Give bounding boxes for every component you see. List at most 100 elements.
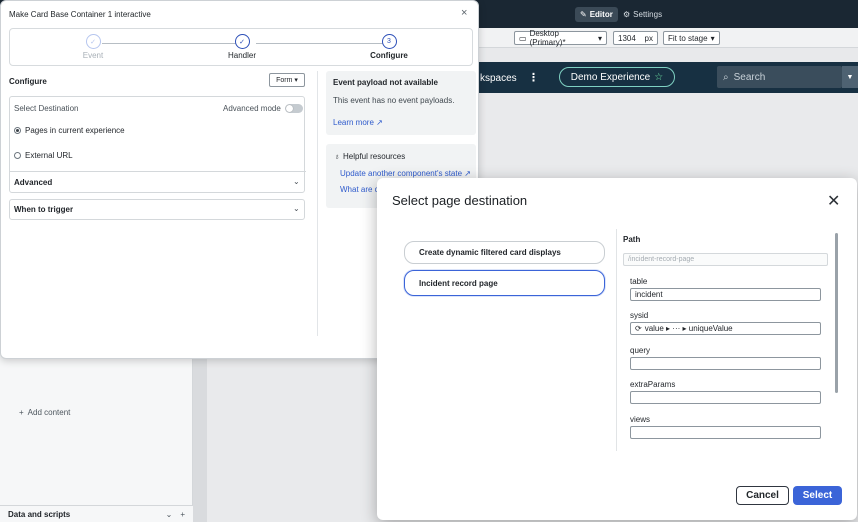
select-button[interactable]: Select [793,486,842,505]
fit-select-label: Fit to stage [668,33,708,43]
search-input[interactable]: ⌕ Search [717,66,842,88]
sysid-input[interactable]: ⟳ value ▸ ··· ▸ uniqueValue [630,322,821,335]
search-icon: ⌕ [723,71,729,83]
settings-tab[interactable]: ⚙ Settings [618,7,667,22]
add-content-label: Add content [27,408,71,417]
divider [10,171,306,172]
when-to-trigger-accordion[interactable]: When to trigger ⌄ [9,199,305,220]
table-value: incident [635,290,663,299]
cancel-button[interactable]: Cancel [736,486,789,505]
chevron-down-icon[interactable]: ⌄ [293,177,300,186]
data-scripts-section[interactable]: Data and scripts ⌄ + [0,505,193,522]
search-dropdown-button[interactable]: ▼ [842,66,858,88]
data-scripts-label: Data and scripts [8,509,71,519]
radio-button[interactable] [14,152,21,159]
device-select-label: Desktop (Primary)* [529,29,566,47]
external-link-icon: ↗ [464,169,471,178]
select-page-modal: Select page destination ✕ Create dynamic… [377,178,857,520]
form-select-label: Form [276,76,293,84]
sysid-value: value ▸ ··· ▸ uniqueValue [644,324,733,333]
advanced-mode-toggle[interactable]: Advanced mode [223,104,303,113]
scrollbar[interactable] [835,233,838,393]
step-label: Configure [370,51,408,60]
form-select[interactable]: Form ▾ [269,73,305,87]
column-divider [317,71,318,336]
toggle-switch[interactable] [284,104,303,113]
editor-tab[interactable]: ✎ Editor [575,7,618,22]
radio-pages[interactable]: Pages in current experience [14,126,125,135]
settings-label: Settings [633,10,663,19]
chevron-down-icon: ▾ [294,77,298,84]
table-input[interactable]: incident [630,288,821,301]
radio-label: Pages in current experience [25,126,125,135]
width-unit: px [644,33,653,43]
query-input[interactable] [630,357,821,370]
experience-label: Demo Experience [570,71,651,83]
resources-heading-label: Helpful resources [343,152,406,161]
add-content-button[interactable]: + Add content [19,408,70,417]
gear-icon: ⚙ [623,10,631,19]
external-link-icon: ↗ [376,118,383,127]
step-handler[interactable]: ✓ Handler [207,34,277,60]
payload-info: Event payload not available This event h… [326,71,476,135]
check-icon: ✓ [85,34,101,49]
choice-label: Create dynamic filtered card displays [419,248,561,257]
resource-link[interactable]: What are cl [340,185,380,194]
field-label-extraparams: extraParams [630,380,676,389]
when-to-trigger-label: When to trigger [14,205,74,214]
select-destination-label: Select Destination [14,104,79,113]
field-label-sysid: sysid [630,311,649,320]
check-icon: ✓ [234,34,250,49]
pencil-icon: ✎ [580,10,587,19]
workspaces-link[interactable]: kspaces [480,73,517,84]
plus-icon: + [19,408,24,417]
route-params-panel: Path /incident-record-page table inciden… [616,229,841,451]
radio-button[interactable] [14,127,21,134]
field-label-query: query [630,346,651,355]
chevron-down-icon[interactable]: ⌄ [166,510,173,519]
destination-box: Select Destination Advanced mode Pages i… [9,96,306,193]
width-value: 1304 [618,33,636,43]
monitor-icon: ▭ [519,33,527,43]
step-event[interactable]: ✓ Event [58,34,128,60]
close-icon[interactable]: ✕ [827,191,840,211]
advanced-accordion[interactable]: Advanced [14,178,52,187]
resource-link[interactable]: Update another component's state ↗ [340,169,471,178]
step-label: Handler [227,51,256,60]
choice-label: Incident record page [419,278,498,288]
page-choice-incident-record[interactable]: Incident record page [404,270,605,296]
page-choice-dynamic-cards[interactable]: Create dynamic filtered card displays [404,241,605,264]
path-placeholder: /incident-record-page [628,256,695,263]
payload-title: Event payload not available [333,78,438,87]
modal-title: Select page destination [392,193,528,208]
views-input[interactable] [630,426,821,439]
device-select[interactable]: ▭ Desktop (Primary)* ▾ [514,29,607,47]
radio-external-url[interactable]: External URL [14,151,73,160]
lightbulb-icon: ♁ [334,152,340,161]
fit-select[interactable]: Fit to stage ▾ [663,31,720,45]
learn-more-link[interactable]: Learn more ↗ [333,118,383,127]
chevron-down-icon: ▾ [710,33,715,43]
advanced-mode-label: Advanced mode [223,104,281,113]
more-icon[interactable]: ⋮ [528,71,539,84]
radio-label: External URL [25,151,73,160]
search-placeholder: Search [733,71,766,83]
payload-text: This event has no event payloads. [333,96,455,105]
step-configure[interactable]: 3 Configure [354,34,424,60]
step-label: Event [82,51,104,60]
field-label-views: views [630,415,651,424]
chevron-down-icon: ▼ [846,73,854,81]
configure-heading: Configure [9,77,47,86]
extraparams-input[interactable] [630,391,821,404]
close-icon[interactable]: × [461,7,467,19]
learn-more-label: Learn more [333,118,374,127]
editor-label: Editor [589,10,613,19]
dialog-title: Make Card Base Container 1 interactive [9,10,151,19]
plus-icon[interactable]: + [180,510,185,519]
experience-pill[interactable]: Demo Experience ☆ [559,67,675,87]
resources-heading: ♁ Helpful resources [334,152,405,161]
star-icon[interactable]: ☆ [654,72,663,83]
width-input[interactable]: 1304 px [613,31,658,45]
path-input: /incident-record-page [623,253,828,266]
chevron-down-icon[interactable]: ⌄ [293,204,300,213]
